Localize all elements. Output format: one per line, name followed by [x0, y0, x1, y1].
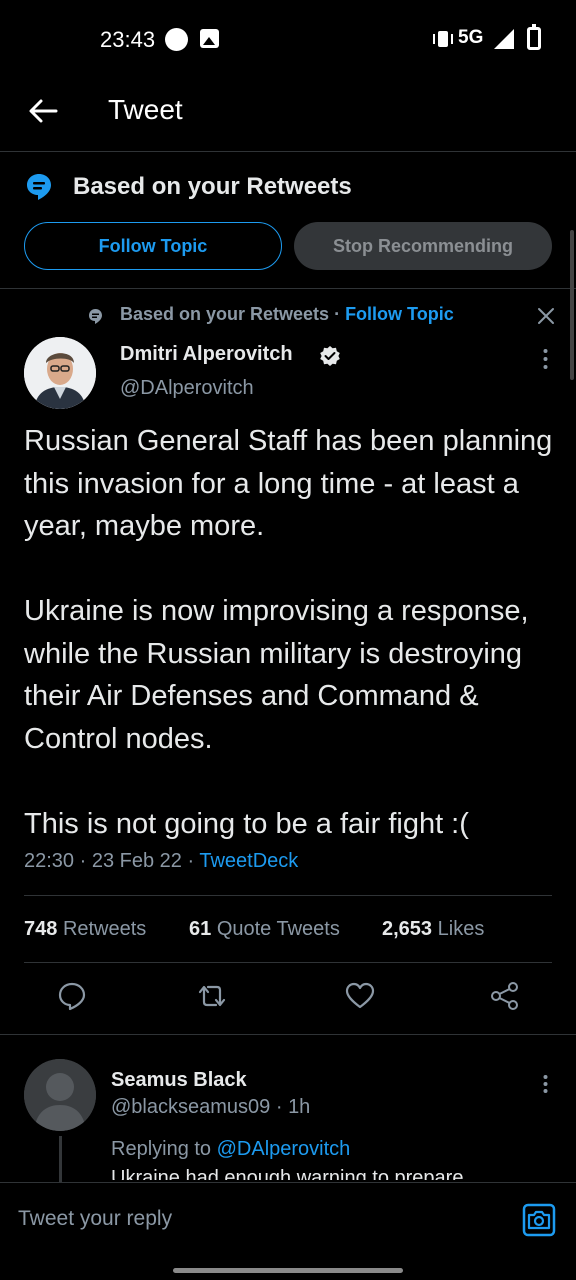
reply-age: 1h [288, 1096, 311, 1118]
tweet-context: Based on your Retweets · Follow Topic [120, 304, 454, 325]
likes-stat[interactable]: 2,653 Likes [382, 918, 484, 941]
replying-to-link[interactable]: @DAlperovitch [217, 1138, 351, 1160]
follow-topic-button[interactable]: Follow Topic [24, 222, 282, 270]
page-title: Tweet [108, 94, 183, 125]
vibrate-icon [433, 31, 453, 47]
topic-bubble-icon [27, 174, 51, 200]
home-indicator[interactable] [173, 1268, 403, 1273]
reply-text: Ukraine had enough warning to prepare [111, 1167, 464, 1180]
camera-icon[interactable] [522, 1203, 556, 1237]
tweet-paragraph: Ukraine is now improvising a response, w… [24, 595, 529, 755]
retweet-icon[interactable] [196, 980, 228, 1012]
reply-composer: Tweet your reply [0, 1182, 576, 1280]
reply-author-handle-row: @blackseamus09 · 1h [111, 1096, 310, 1119]
retweets-stat[interactable]: 748 Retweets [24, 918, 146, 941]
context-follow-topic-link[interactable]: Follow Topic [345, 304, 454, 324]
quotes-count: 61 [189, 918, 212, 940]
tweet-stats: 748 Retweets 61 Quote Tweets 2,653 Likes [24, 895, 552, 963]
reply-tweet[interactable]: Seamus Black @blackseamus09 · 1h Replyin… [0, 1036, 576, 1182]
more-options-icon[interactable] [543, 348, 548, 370]
likes-count: 2,653 [382, 918, 433, 940]
share-icon[interactable] [489, 980, 521, 1012]
reply-input[interactable]: Tweet your reply [18, 1207, 172, 1231]
topic-title: Based on your Retweets [73, 173, 352, 200]
default-avatar-icon [24, 1059, 96, 1131]
reply-more-options-icon[interactable] [543, 1074, 548, 1094]
avatar-portrait-icon [24, 337, 96, 409]
status-time: 23:43 [100, 27, 156, 52]
context-separator: · [329, 304, 346, 324]
like-heart-icon[interactable] [344, 980, 376, 1012]
reply-text-preview: Ukraine had enough warning to prepare [111, 1166, 551, 1180]
tweet-paragraph: Russian General Staff has been planning … [24, 425, 553, 542]
tweet-date: 23 Feb 22 [91, 850, 182, 872]
author-handle[interactable]: @DAlperovitch [120, 377, 254, 400]
tweet-body: Russian General Staff has been planning … [24, 420, 554, 845]
notification-dot-icon [165, 28, 188, 51]
retweets-count: 748 [24, 918, 58, 940]
retweets-label: Retweets [62, 918, 147, 940]
reply-author-name[interactable]: Seamus Black [111, 1069, 247, 1092]
tweet-actions [0, 980, 576, 1020]
network-type: 5G [458, 27, 484, 48]
likes-label: Likes [437, 918, 485, 940]
reply-icon[interactable] [56, 980, 88, 1012]
quote-tweets-stat[interactable]: 61 Quote Tweets [189, 918, 340, 941]
back-arrow-icon[interactable] [26, 94, 60, 128]
author-avatar[interactable] [24, 337, 96, 409]
reply-author-handle[interactable]: @blackseamus09 [111, 1096, 270, 1118]
replying-to-prefix: Replying to [111, 1138, 217, 1160]
close-icon[interactable] [537, 307, 555, 325]
image-notification-icon [200, 29, 219, 48]
topic-context-icon [89, 309, 102, 324]
battery-icon [527, 24, 541, 50]
topic-banner: Based on your Retweets Follow Topic Stop… [0, 153, 576, 289]
tweet-source-link[interactable]: TweetDeck [199, 850, 298, 872]
author-name[interactable]: Dmitri Alperovitch [120, 343, 293, 366]
status-bar: 23:43 5G [0, 0, 576, 80]
signal-icon [494, 29, 514, 49]
tweet-timestamp: 22:30 · 23 Feb 22 · TweetDeck [24, 850, 298, 873]
thread-line [59, 1136, 62, 1182]
app-header: Tweet [0, 80, 576, 152]
replying-to: Replying to @DAlperovitch [111, 1138, 350, 1161]
tweet-time: 22:30 [24, 850, 75, 872]
context-label: Based on your Retweets [120, 304, 330, 324]
quotes-label: Quote Tweets [216, 918, 340, 940]
meta-separator: · [74, 850, 92, 872]
reply-avatar[interactable] [24, 1059, 96, 1131]
tweet: Based on your Retweets · Follow Topic Dm… [0, 290, 576, 1035]
meta-separator: · [181, 850, 200, 872]
verified-badge-icon [320, 346, 340, 366]
tweet-paragraph: This is not going to be a fair fight :( [24, 807, 469, 840]
stop-recommending-button[interactable]: Stop Recommending [294, 222, 552, 270]
meta-separator: · [270, 1096, 289, 1118]
